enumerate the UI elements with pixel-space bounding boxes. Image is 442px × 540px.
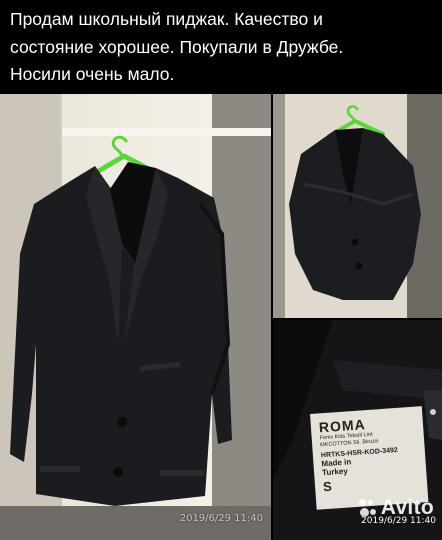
clothing-size-label: ROMA Fenix Kids Tekstil Lmt MKCOTTON Sti… — [310, 406, 429, 510]
description-line-2: состояние хорошее. Покупали в Дружбе. — [10, 36, 344, 57]
photo-main-jacket[interactable]: 2019/6/29 11:40 — [0, 94, 271, 540]
jacket-side-illustration — [273, 94, 442, 318]
photo-side-jacket[interactable] — [273, 94, 442, 318]
photo-label-closeup[interactable]: ROMA Fenix Kids Tekstil Lmt MKCOTTON Sti… — [273, 320, 442, 540]
jacket-front-illustration — [0, 94, 271, 540]
avito-logo-icon — [358, 499, 377, 517]
description-line-3: Носили очень мало. — [10, 64, 175, 84]
photo-timestamp: 2019/6/29 11:40 — [361, 516, 436, 526]
description-line-1: Продам школьный пиджак. Качество и — [10, 9, 323, 29]
photo-timestamp: 2019/6/29 11:40 — [179, 513, 263, 524]
listing-description: Продам школьный пиджак. Качество и состо… — [10, 6, 435, 89]
